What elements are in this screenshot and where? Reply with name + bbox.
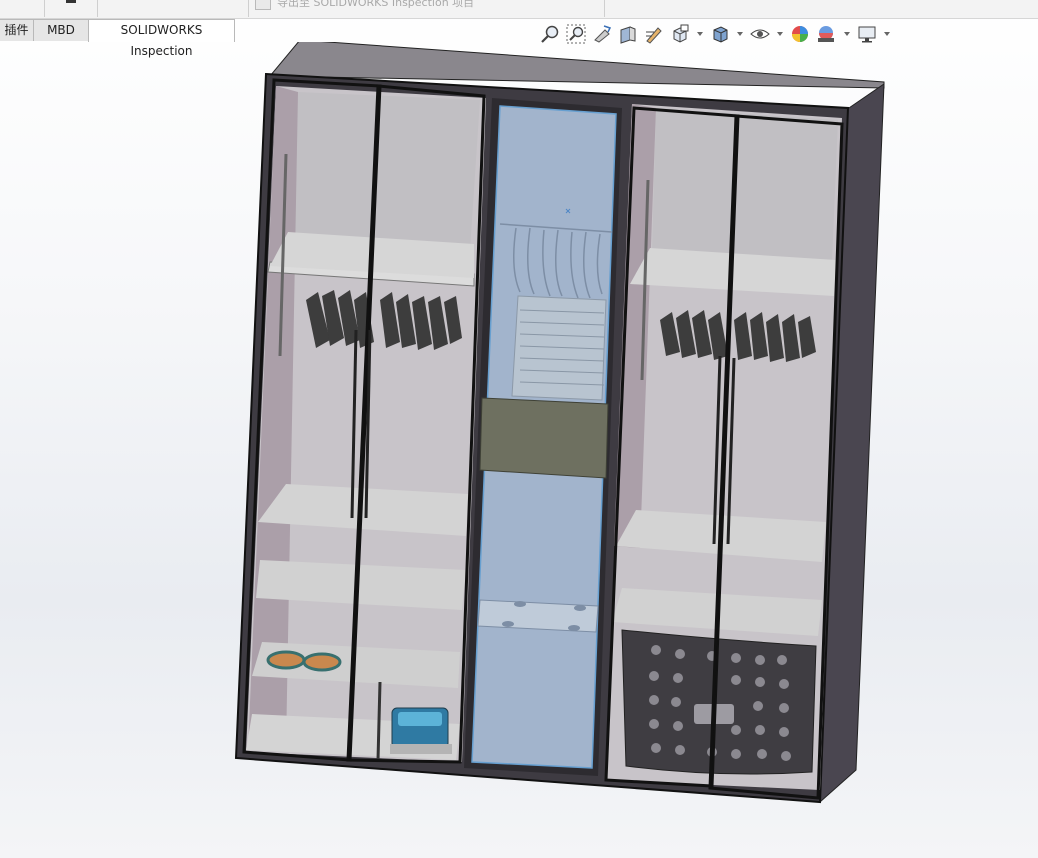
export-to-inspection-label: 导出至 SOLIDWORKS Inspection 项目 [277,0,475,9]
chevron-down-icon[interactable] [697,32,703,36]
hide-show-items-icon[interactable] [750,24,770,44]
export-to-inspection-command[interactable]: 导出至 SOLIDWORKS Inspection 项目 [248,0,605,17]
left-back-panel [292,92,480,250]
right-hangers [660,310,816,362]
view-settings-icon[interactable] [857,24,877,44]
center-drawer [479,397,609,479]
command-icon [66,0,76,3]
command-manager-strip: 导出至 SOLIDWORKS Inspection 项目 [0,0,1038,19]
storage-box [390,707,452,754]
display-style-icon[interactable] [710,24,730,44]
drawer-divider [376,681,382,761]
tab-solidworks-inspection[interactable]: SOLIDWORKS Inspection [88,19,235,58]
laundry-basket [621,629,817,775]
zoom-to-fit-icon[interactable] [540,24,560,44]
previous-view-icon[interactable] [592,24,612,44]
view-orientation-icon[interactable] [670,24,690,44]
tab-addins[interactable]: 插件 [0,19,34,41]
dynamic-annotation-icon[interactable] [644,24,664,44]
wardrobe-model[interactable] [0,42,1038,858]
toolbar-cell [0,0,45,17]
tab-mbd[interactable]: MBD [33,19,89,41]
chevron-down-icon[interactable] [777,32,783,36]
chevron-down-icon[interactable] [884,32,890,36]
zoom-to-area-icon[interactable] [566,24,586,44]
apply-scene-icon[interactable] [816,24,836,44]
chevron-down-icon[interactable] [737,32,743,36]
inspection-export-icon [255,0,271,10]
right-back-panel [652,108,838,262]
edit-appearance-icon[interactable] [790,24,810,44]
chevron-down-icon[interactable] [844,32,850,36]
graphics-area[interactable] [0,42,1038,858]
section-view-icon[interactable] [618,24,638,44]
center-steam-tray [477,599,599,633]
toolbar-cell[interactable] [45,0,98,17]
